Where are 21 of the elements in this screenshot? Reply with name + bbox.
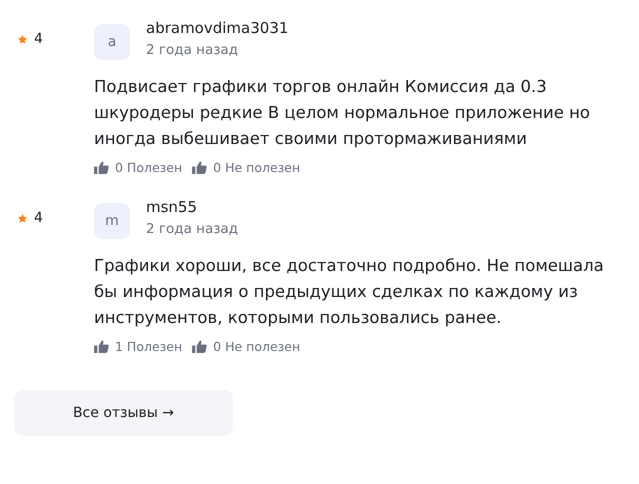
thumb-up-icon bbox=[94, 340, 109, 353]
star-icon bbox=[17, 212, 28, 224]
star-icon bbox=[17, 34, 28, 44]
avatar: m bbox=[94, 203, 130, 239]
not-helpful-button[interactable]: 0 Не полезен bbox=[192, 339, 300, 354]
helpful-button[interactable]: 0 Полезен bbox=[94, 160, 182, 175]
author-name: msn55 bbox=[146, 197, 198, 217]
thumb-up-icon bbox=[192, 161, 208, 174]
all-reviews-button[interactable]: Все отзывы → bbox=[14, 390, 233, 436]
review-date: 2 года назад bbox=[146, 220, 238, 239]
review-date: 2 года назад bbox=[146, 41, 240, 60]
thumb-up-icon bbox=[94, 161, 109, 174]
helpful-button[interactable]: 1 Полезен bbox=[94, 339, 182, 354]
avatar: a bbox=[94, 24, 130, 60]
review-text: Подвисает графики торгов онлайн Комиссия да 0.3 шкуродеры редкие В целом нормальное приложение но иногда выбешивает своими протормаживаниями bbox=[94, 76, 591, 150]
review-text: Графики хороши, все достаточно подробно. Не помешала бы информация о предыдущих сделках по каждому из инструментов, которыми пользовались ранее. bbox=[94, 255, 605, 329]
author-name: abramovdima3031 bbox=[146, 18, 288, 38]
thumb-up-icon bbox=[192, 340, 208, 353]
rating-value: 4 bbox=[34, 210, 43, 226]
rating-value: 4 bbox=[34, 31, 43, 47]
not-helpful-button[interactable]: 0 Не полезен bbox=[192, 160, 300, 175]
